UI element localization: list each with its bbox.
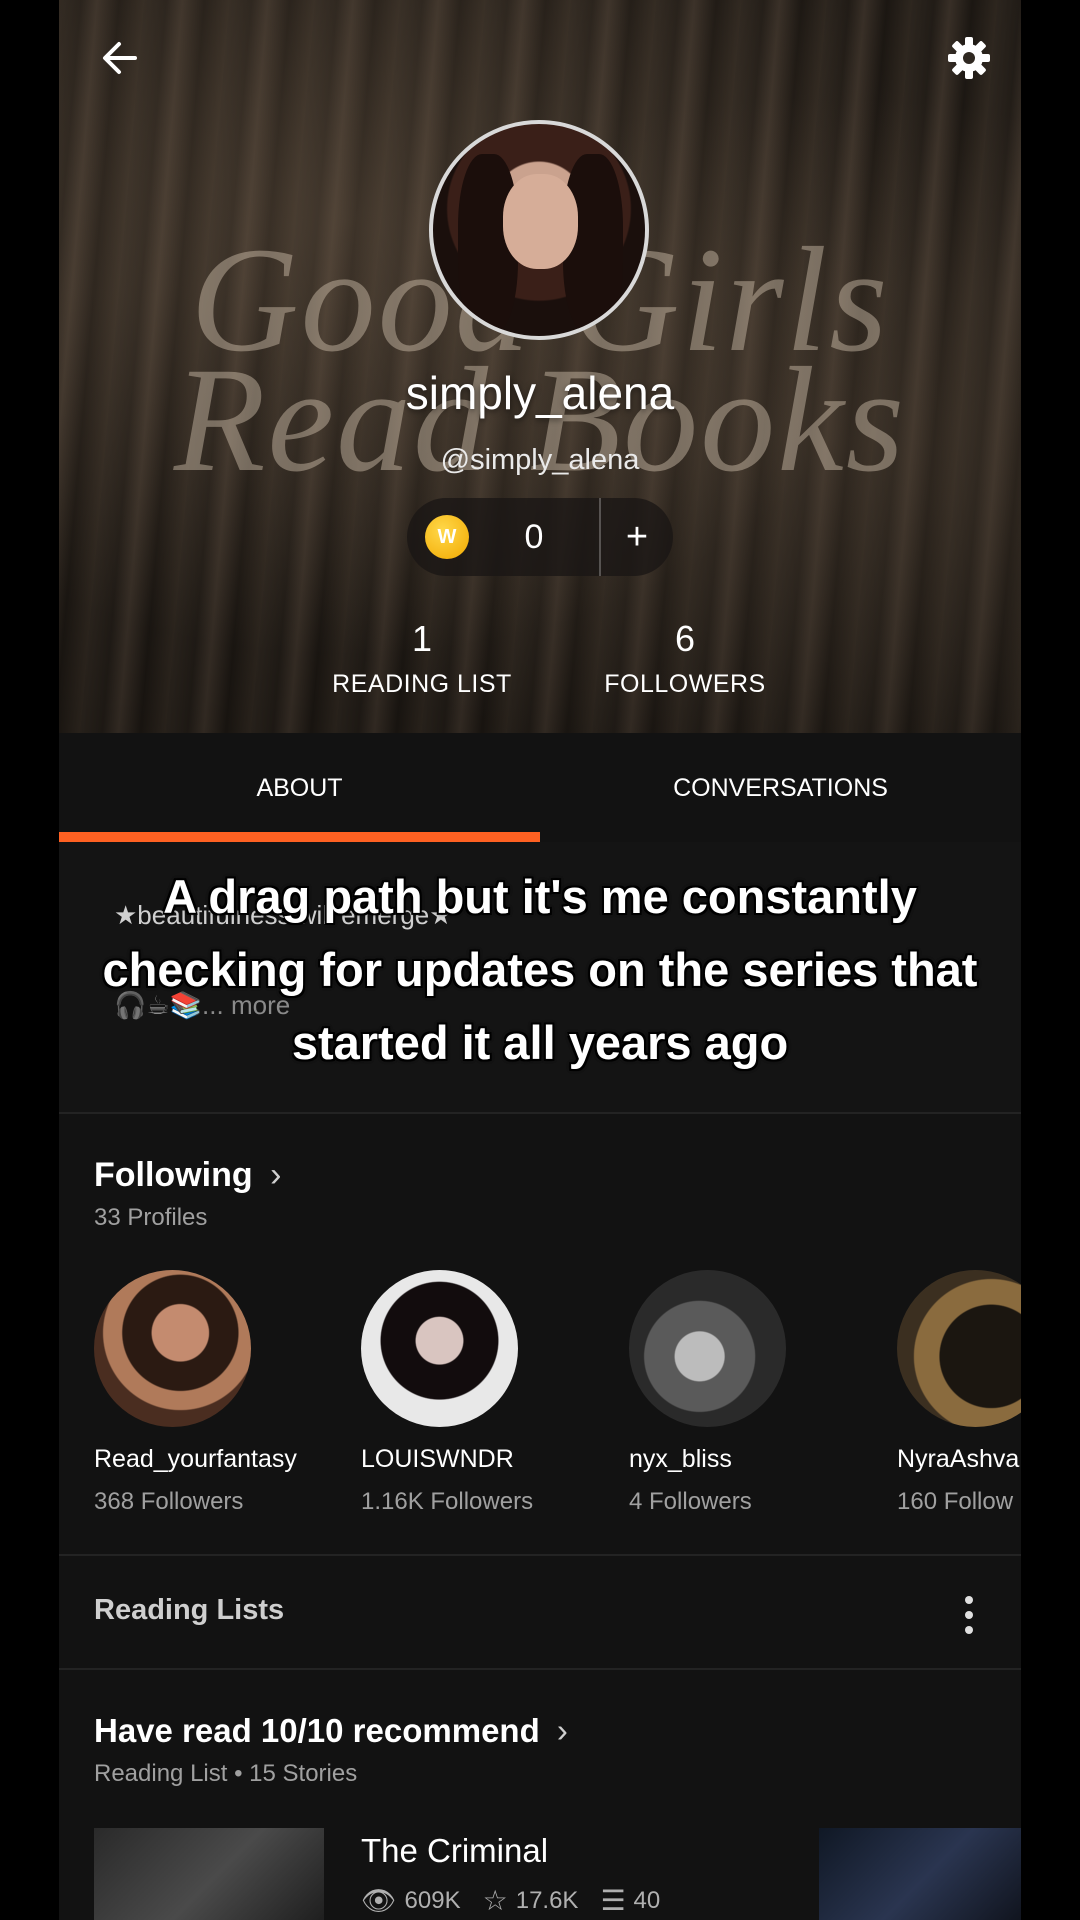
caption-line: A drag path but it's me constantly <box>163 870 917 923</box>
arrow-left-icon <box>103 42 137 74</box>
avatar <box>629 1270 786 1427</box>
coin-balance[interactable]: W 0 + <box>407 498 673 576</box>
profile-name: NyraAshva <box>897 1445 1020 1473</box>
tab-about[interactable]: ABOUT <box>59 733 540 843</box>
book-cover[interactable] <box>94 1828 324 1920</box>
caption-line: checking for updates on the series that <box>102 943 978 996</box>
profile-avatar[interactable] <box>429 120 649 340</box>
reading-lists-heading: Reading Lists <box>94 1594 285 1626</box>
profile-followers: 4 Followers <box>629 1488 752 1515</box>
book-cover[interactable] <box>819 1828 1021 1920</box>
profile-name: nyx_bliss <box>629 1445 732 1473</box>
following-profile[interactable]: LOUISWNDR 1.16K Followers <box>361 1270 611 1516</box>
avatar <box>94 1270 251 1427</box>
caption-line: started it all years ago <box>291 1016 789 1069</box>
stat-followers-label: FOLLOWERS <box>604 670 766 698</box>
gear-icon <box>948 37 990 79</box>
following-heading[interactable]: Following › <box>94 1156 281 1195</box>
book-title[interactable]: The Criminal <box>361 1832 548 1870</box>
profile-header: Good Girls Read Books simply_alena @simp… <box>59 0 1021 733</box>
avatar <box>897 1270 1021 1427</box>
book-votes: 17.6K <box>515 1886 579 1914</box>
following-profile[interactable]: NyraAshva 160 Follow <box>897 1270 1021 1516</box>
profile-name: Read_yourfantasy <box>94 1445 297 1473</box>
following-profile[interactable]: nyx_bliss 4 Followers <box>629 1270 879 1516</box>
divider <box>59 1112 1021 1114</box>
stat-reading-list[interactable]: 1 READING LIST <box>317 618 527 699</box>
divider <box>59 1668 1021 1670</box>
star-icon: ☆ <box>482 1885 508 1916</box>
reading-list-meta: Reading List • 15 Stories <box>94 1760 358 1787</box>
stat-reading-list-label: READING LIST <box>332 670 512 698</box>
more-options-icon[interactable] <box>949 1590 989 1640</box>
wattpad-coin-icon: W <box>425 515 469 559</box>
list-icon: ☰ <box>600 1885 626 1916</box>
profile-followers: 160 Follow <box>897 1488 1014 1515</box>
back-button[interactable] <box>89 28 149 88</box>
reading-list-title[interactable]: Have read 10/10 recommend › <box>94 1712 568 1750</box>
profile-name: LOUISWNDR <box>361 1445 514 1473</box>
book-parts: 40 <box>633 1886 661 1914</box>
profile-tabs: ABOUT CONVERSATIONS <box>59 733 1021 843</box>
profile-followers: 1.16K Followers <box>361 1488 534 1515</box>
tab-selected-indicator <box>59 832 540 842</box>
add-coins-button[interactable]: + <box>601 516 673 559</box>
settings-button[interactable] <box>939 28 999 88</box>
username-handle: @simply_alena <box>440 444 640 476</box>
profile-followers: 368 Followers <box>94 1488 244 1515</box>
stat-followers-count: 6 <box>674 618 696 659</box>
following-profile[interactable]: Read_yourfantasy 368 Followers <box>94 1270 344 1516</box>
book-reads: 609K <box>404 1886 461 1914</box>
avatar <box>361 1270 518 1427</box>
chevron-right-icon: › <box>556 1712 568 1749</box>
eye-icon: 👁 <box>361 1885 397 1916</box>
display-name: simply_alena <box>405 367 675 419</box>
following-title: Following <box>94 1156 253 1194</box>
reading-list-name: Have read 10/10 recommend <box>94 1712 540 1749</box>
chevron-right-icon: › <box>270 1156 282 1194</box>
avatar-face <box>503 174 578 269</box>
stat-reading-list-count: 1 <box>411 618 433 659</box>
video-caption-overlay: A drag path but it's me constantly check… <box>59 860 1021 1079</box>
following-count: 33 Profiles <box>94 1204 208 1231</box>
book-stats: 👁 609K ☆ 17.6K ☰ 40 <box>361 1884 660 1917</box>
stat-followers[interactable]: 6 FOLLOWERS <box>575 618 795 699</box>
coin-count: 0 <box>524 517 544 556</box>
tab-conversations[interactable]: CONVERSATIONS <box>540 733 1021 843</box>
profile-screen: Good Girls Read Books simply_alena @simp… <box>59 0 1021 1920</box>
divider <box>59 1554 1021 1556</box>
